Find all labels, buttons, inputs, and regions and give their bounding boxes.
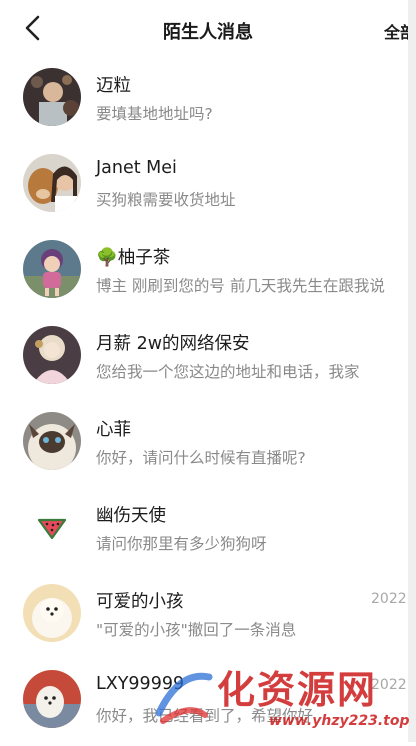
message-time: 2022 [371,591,407,607]
contact-name: 心菲 [96,420,131,440]
message-row-youzicha[interactable]: 🌳柚子茶 博主 刚刷到您的号 前几天我先生在跟我说 [0,230,416,316]
message-list: 迈粒 要填基地地址吗? Janet Mei 买狗粮需要收货地址 🌳柚子茶 博主 … [0,58,416,746]
message-row-youshang-tianshi[interactable]: 幽伤天使 请问你那里有多少狗狗呀 [0,488,416,574]
avatar[interactable] [23,68,81,126]
message-preview: 你好，我已经看到了，希望你好 [96,707,314,725]
contact-name: 幽伤天使 [96,506,166,526]
message-preview: 博主 刚刷到您的号 前几天我先生在跟我说 [96,277,385,295]
message-preview: "可爱的小孩"撤回了一条消息 [96,621,297,639]
message-preview: 请问你那里有多少狗狗呀 [96,535,267,553]
edge-shadow [408,0,416,742]
avatar[interactable] [23,584,81,642]
message-row-janet-mei[interactable]: Janet Mei 买狗粮需要收货地址 [0,144,416,230]
message-row-keai-xiaohai[interactable]: 可爱的小孩 "可爱的小孩"撤回了一条消息 2022 [0,574,416,660]
message-row-lxy99999[interactable]: LXY99999 你好，我已经看到了，希望你好 2022 [0,660,416,746]
top-nav-bar: 陌生人消息 全部 [0,0,416,58]
message-row-security-guard[interactable]: 月薪 2w的网络保安 您给我一个您这边的地址和电话，我家 [0,316,416,402]
contact-name: 可爱的小孩 [96,592,184,612]
message-row-xinfei[interactable]: 心菲 你好，请问什么时候有直播呢? [0,402,416,488]
avatar[interactable] [23,670,81,728]
contact-name: 迈粒 [96,76,131,96]
avatar[interactable] [23,240,81,298]
contact-name: LXY99999 [96,674,185,694]
avatar[interactable] [23,412,81,470]
contact-name: Janet Mei [96,158,177,178]
message-time: 2022 [371,677,407,693]
avatar[interactable] [23,326,81,384]
message-preview: 你好，请问什么时候有直播呢? [96,449,306,467]
message-preview: 您给我一个您这边的地址和电话，我家 [96,363,360,381]
message-row-maili[interactable]: 迈粒 要填基地地址吗? [0,58,416,144]
avatar[interactable] [23,498,81,556]
contact-name: 月薪 2w的网络保安 [96,334,250,354]
page-title: 陌生人消息 [163,22,253,43]
message-preview: 买狗粮需要收货地址 [96,191,236,209]
contact-name: 🌳柚子茶 [96,248,171,268]
message-preview: 要填基地地址吗? [96,105,213,123]
avatar[interactable] [23,154,81,212]
